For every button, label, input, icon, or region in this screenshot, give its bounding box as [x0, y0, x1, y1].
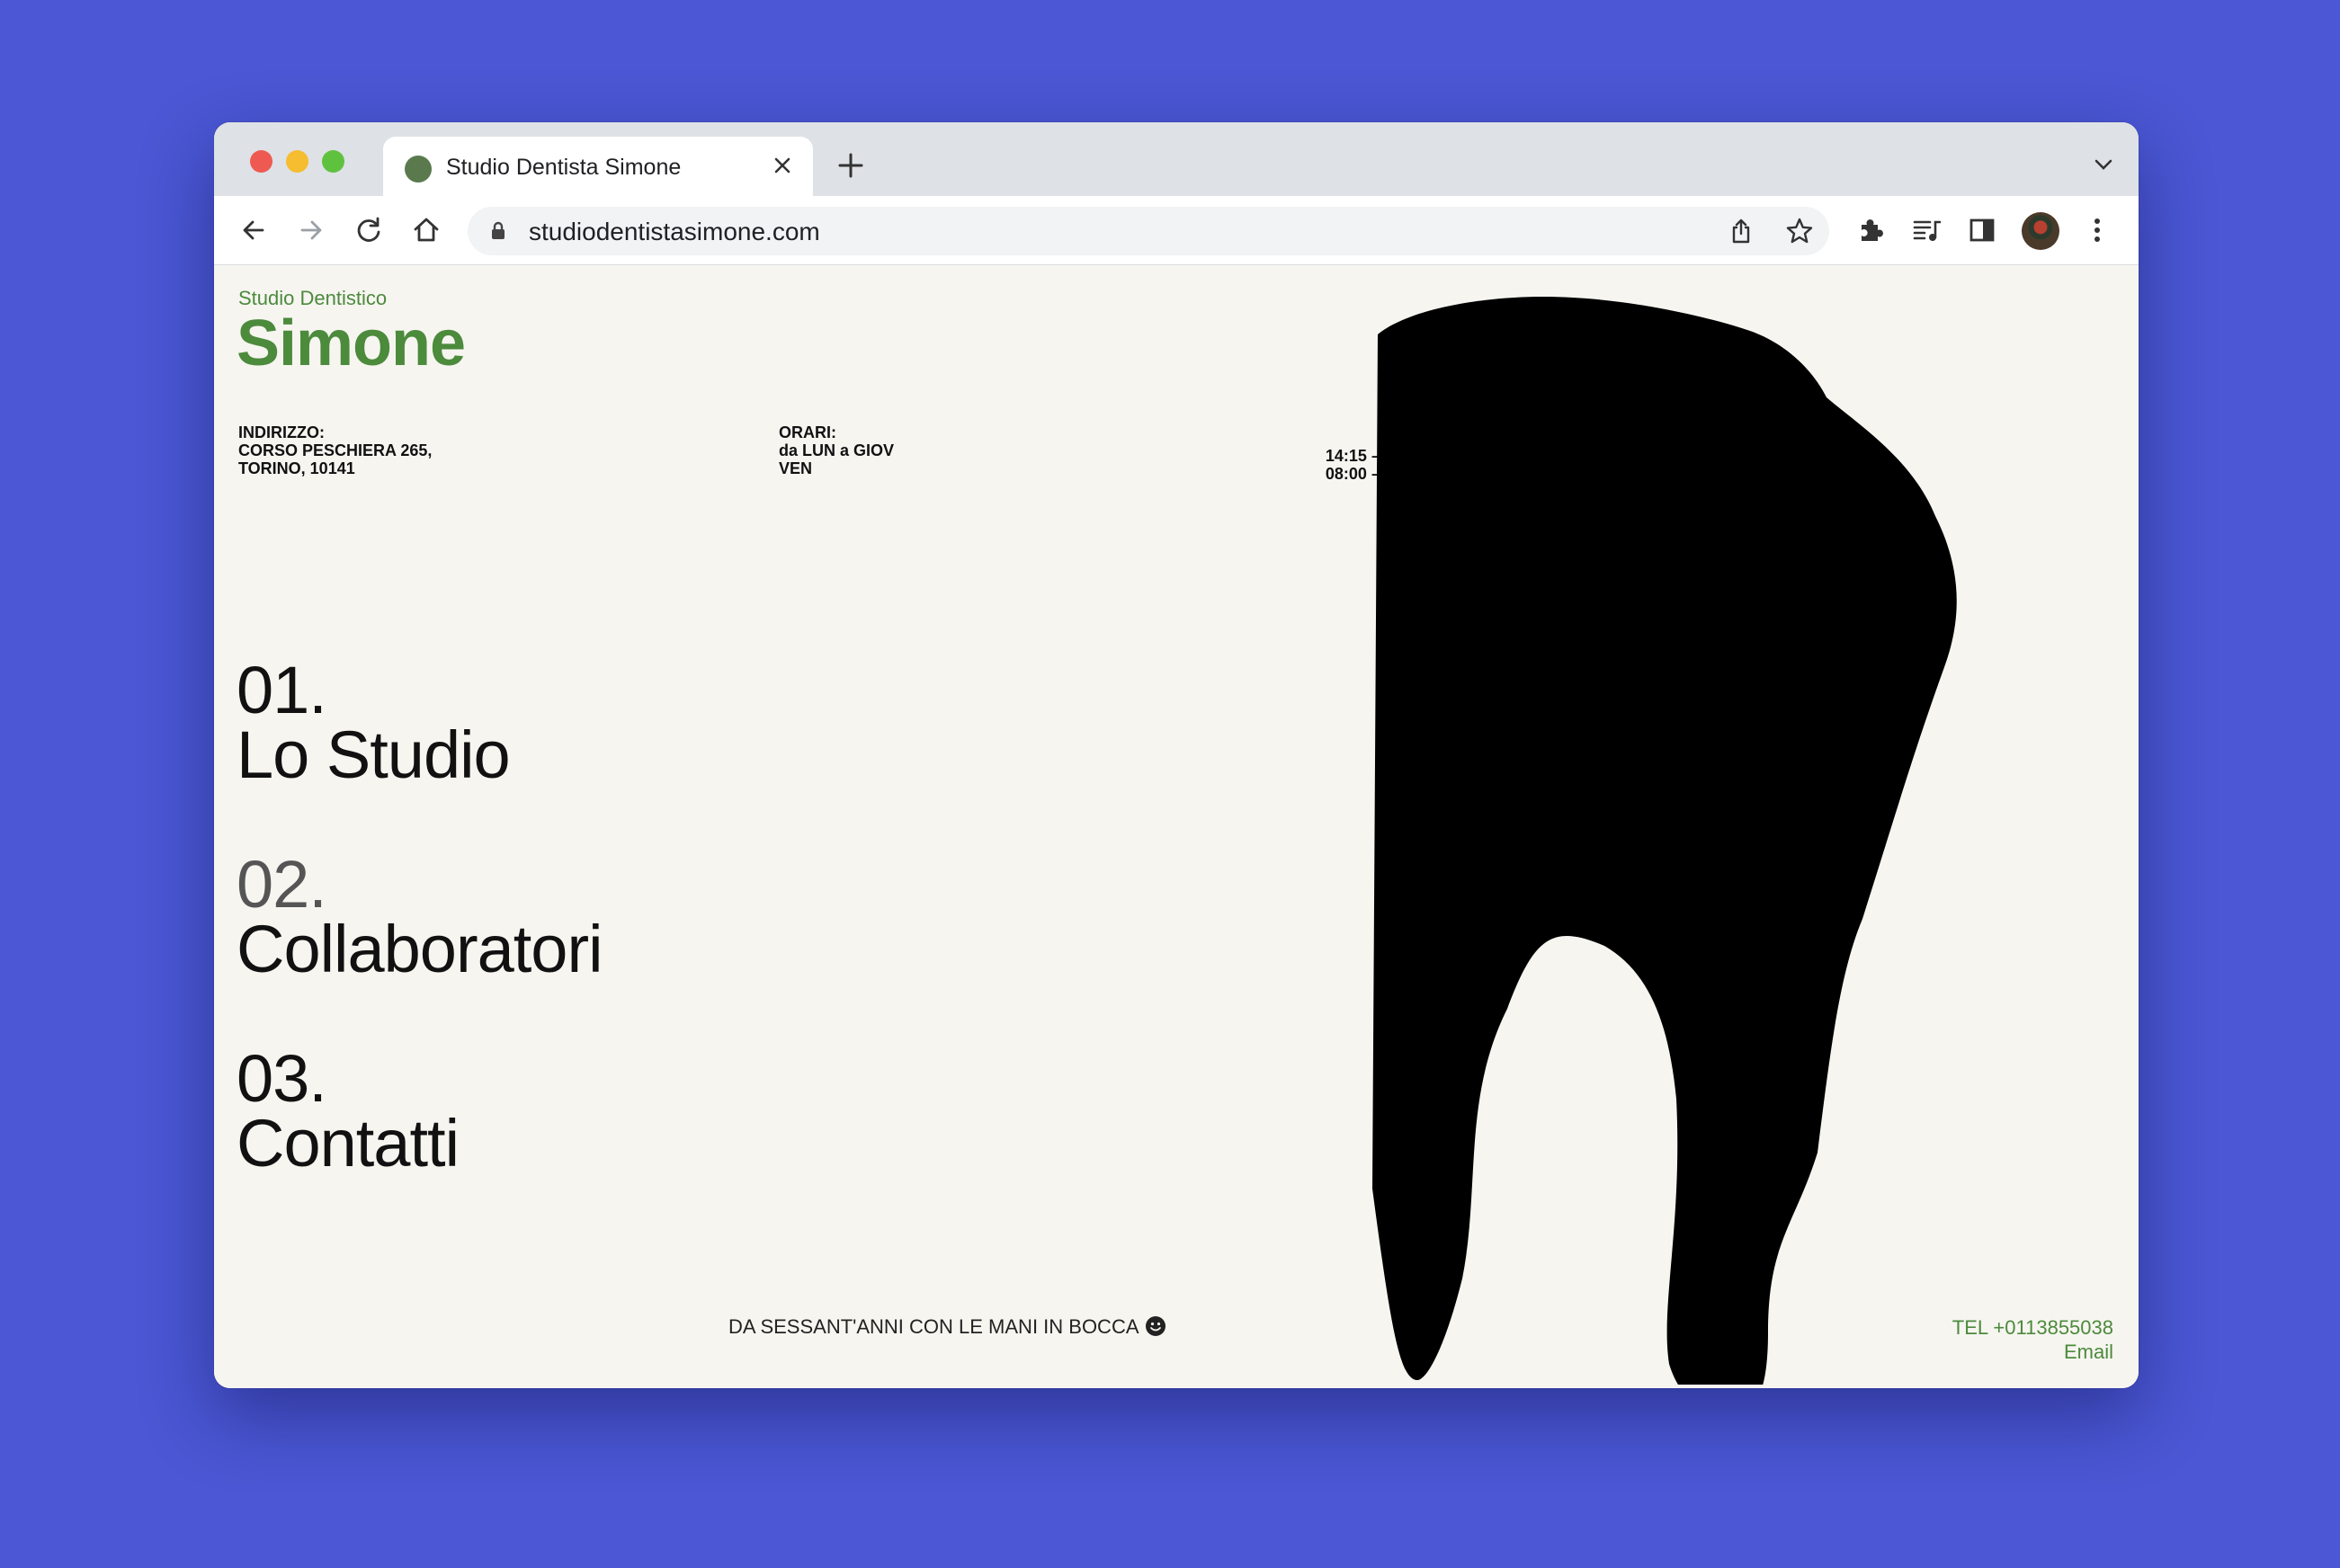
address-bar[interactable]: studiodentistasimone.com: [468, 207, 1829, 255]
nav-number: 01.: [237, 653, 327, 727]
url-text[interactable]: studiodentistasimone.com: [529, 218, 820, 246]
more-menu-icon[interactable]: [2079, 212, 2115, 248]
nav-label: Collaboratori: [237, 912, 603, 986]
tooth-illustration: [1372, 297, 1957, 1385]
profile-avatar[interactable]: [2022, 212, 2059, 250]
nav-number: 02.: [237, 847, 327, 922]
tab-list-chevron-icon[interactable]: [2090, 151, 2117, 178]
star-icon[interactable]: [1784, 216, 1815, 246]
opening-hours-label: ORARI: da LUN a GIOV VEN: [779, 423, 895, 477]
nav-number: 03.: [237, 1041, 327, 1116]
lock-icon[interactable]: [487, 220, 509, 242]
smiley-icon: [1145, 1316, 1166, 1336]
nav-lo-studio[interactable]: 01. Lo Studio: [237, 653, 511, 788]
active-tab[interactable]: Studio Dentista Simone: [383, 137, 813, 196]
close-window-button[interactable]: [250, 150, 272, 173]
address-block: INDIRIZZO: CORSO PESCHIERA 265, TORINO, …: [238, 423, 433, 477]
brand-logo[interactable]: Simone: [237, 307, 466, 380]
tab-close-icon[interactable]: [768, 151, 797, 180]
forward-arrow-icon[interactable]: [293, 212, 329, 248]
extensions-icon[interactable]: [1853, 212, 1889, 248]
email-link[interactable]: Email: [1952, 1340, 2113, 1364]
browser-window: Studio Dentista Simone studiodentistasim…: [214, 122, 2139, 1388]
web-page: Studio Dentistico Simone INDIRIZZO: CORS…: [214, 265, 2139, 1388]
site-favicon-icon: [405, 156, 432, 183]
tagline: DA SESSANT'ANNI CON LE MANI IN BOCCA: [728, 1315, 1166, 1339]
back-arrow-icon[interactable]: [236, 212, 272, 248]
media-queue-icon[interactable]: [1908, 212, 1944, 248]
nav-label: Contatti: [237, 1106, 460, 1180]
browser-toolbar: studiodentistasimone.com: [214, 196, 2139, 265]
nav-collaboratori[interactable]: 02. Collaboratori: [237, 847, 603, 983]
nav-contatti[interactable]: 03. Contatti: [237, 1041, 460, 1177]
reload-icon[interactable]: [351, 212, 387, 248]
contact-block: TEL +0113855038 Email: [1952, 1315, 2113, 1364]
minimize-window-button[interactable]: [286, 150, 308, 173]
share-icon[interactable]: [1727, 217, 1755, 245]
phone-link[interactable]: TEL +0113855038: [1952, 1315, 2113, 1340]
new-tab-icon[interactable]: [835, 149, 867, 182]
side-panel-icon[interactable]: [1964, 212, 2000, 248]
tagline-text: DA SESSANT'ANNI CON LE MANI IN BOCCA: [728, 1315, 1139, 1338]
home-icon[interactable]: [408, 212, 444, 248]
tab-title: Studio Dentista Simone: [446, 155, 682, 180]
nav-label: Lo Studio: [237, 717, 511, 792]
maximize-window-button[interactable]: [322, 150, 344, 173]
tab-strip: Studio Dentista Simone: [214, 122, 2139, 196]
